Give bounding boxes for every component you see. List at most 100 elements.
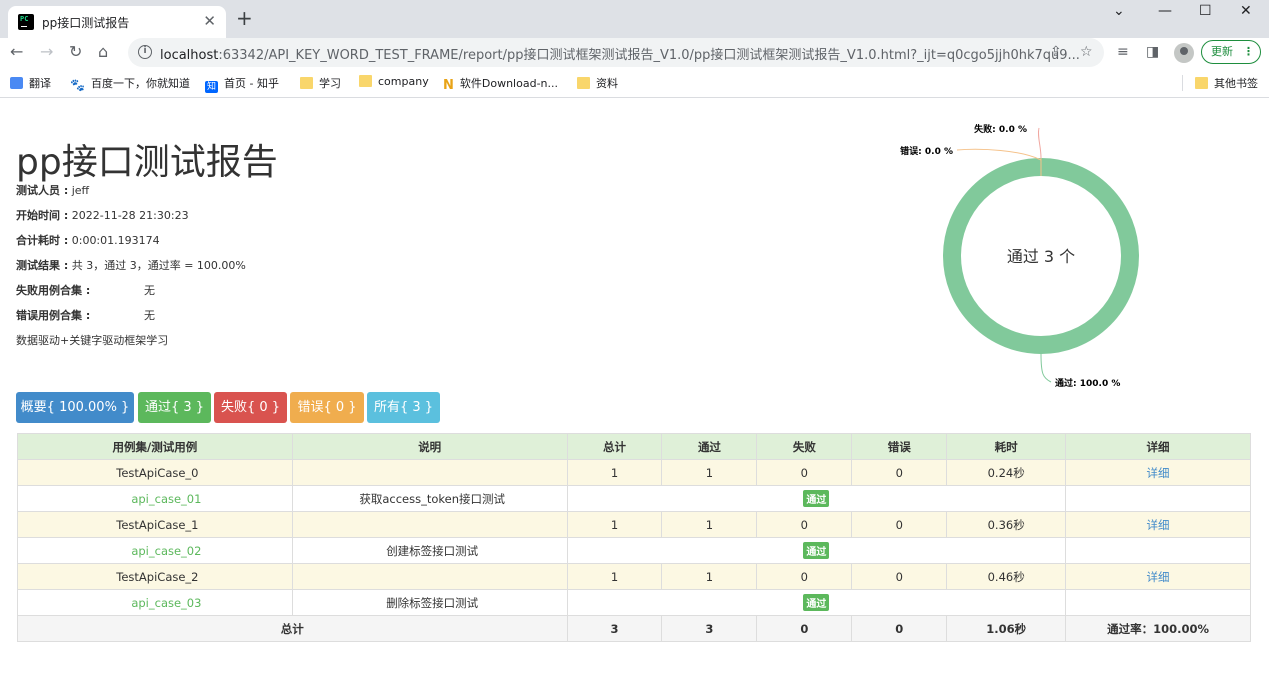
suite-pass: 1 xyxy=(661,563,758,590)
start-time-line: 开始时间 : 2022-11-28 21:30:23 xyxy=(16,209,189,222)
pass-status-badge[interactable]: 通过 xyxy=(803,594,830,611)
reload-icon[interactable]: ↻ xyxy=(69,42,82,62)
detail-link[interactable]: 详细 xyxy=(1065,459,1251,486)
suite-time: 0.36秒 xyxy=(946,511,1067,538)
case-status-cell: 通过 xyxy=(566,485,1067,512)
total-pass-rate: 通过率：100.00% xyxy=(1065,615,1251,642)
address-bar[interactable]: i localhost:63342/API_KEY_WORD_TEST_FRAM… xyxy=(128,38,1104,67)
empty-cell xyxy=(1065,485,1251,512)
home-icon[interactable]: ⌂ xyxy=(98,42,108,62)
col-header-pass: 通过 xyxy=(661,433,758,460)
window-close-icon[interactable]: ✕ xyxy=(1240,3,1252,19)
duration-line: 合计耗时 : 0:00:01.193174 xyxy=(16,234,160,247)
table-row: api_case_02 创建标签接口测试 通过 xyxy=(17,537,1251,564)
error-filter-button[interactable]: 错误{ 0 } xyxy=(290,392,364,423)
total-pass: 3 xyxy=(661,615,758,642)
forward-icon[interactable]: → xyxy=(40,42,53,62)
table-row: TestApiCase_1 1 1 0 0 0.36秒 详细 xyxy=(17,511,1251,538)
bookmark-zhihu[interactable]: 知首页 - 知乎 xyxy=(205,75,279,93)
report-description: 数据驱动+关键字驱动框架学习 xyxy=(16,334,169,347)
total-fail: 0 xyxy=(756,615,853,642)
summary-filter-button[interactable]: 概要{ 100.00% } xyxy=(16,392,134,423)
table-total-row: 总计 3 3 0 0 1.06秒 通过率：100.00% xyxy=(17,615,1251,642)
case-status-cell: 通过 xyxy=(566,537,1067,564)
table-row: api_case_01 获取access_token接口测试 通过 xyxy=(17,485,1251,512)
bookmark-translate[interactable]: 翻译 xyxy=(10,75,51,91)
suite-name: TestApiCase_1 xyxy=(17,511,293,538)
suite-time: 0.24秒 xyxy=(946,459,1067,486)
profile-avatar[interactable] xyxy=(1174,43,1194,63)
results-table: 用例集/测试用例 说明 总计 通过 失败 错误 耗时 详细 TestApiCas… xyxy=(17,433,1251,642)
total-time: 1.06秒 xyxy=(946,615,1067,642)
col-header-error: 错误 xyxy=(851,433,948,460)
back-icon[interactable]: ← xyxy=(10,42,23,62)
case-desc: 创建标签接口测试 xyxy=(291,537,568,564)
total-error: 0 xyxy=(851,615,948,642)
bookmark-folder-resources[interactable]: 资料 xyxy=(577,75,618,91)
col-header-fail: 失败 xyxy=(756,433,853,460)
result-line: 测试结果 : 共 3，通过 3，通过率 = 100.00% xyxy=(16,259,246,272)
tester-line: 测试人员 : jeff xyxy=(16,184,90,197)
pie-slice-label-0: 通过: 100.0 % xyxy=(1055,377,1120,389)
pass-status-badge[interactable]: 通过 xyxy=(803,490,830,507)
reading-list-icon[interactable]: ≡ xyxy=(1117,44,1129,60)
menu-dots-icon: ⋮ xyxy=(1243,45,1254,58)
table-row: TestApiCase_0 1 1 0 0 0.24秒 详细 xyxy=(17,459,1251,486)
suite-fail: 0 xyxy=(756,511,853,538)
tab-strip: PC pp接口测试报告 ✕ + ⌄ — ☐ ✕ xyxy=(0,0,1269,38)
maximize-icon[interactable]: ☐ xyxy=(1199,3,1212,19)
pie-leader-line-0 xyxy=(1040,353,1052,383)
close-icon[interactable]: ✕ xyxy=(203,12,216,30)
pie-leader-line-2 xyxy=(956,148,1042,161)
bookmark-baidu[interactable]: 🐾 百度一下，你就知道 xyxy=(70,75,190,92)
total-label: 总计 xyxy=(17,615,568,642)
col-header-total: 总计 xyxy=(566,433,663,460)
folder-icon xyxy=(577,77,590,89)
browser-tab[interactable]: PC pp接口测试报告 ✕ xyxy=(8,6,226,38)
all-filter-button[interactable]: 所有{ 3 } xyxy=(367,392,440,423)
suite-total: 1 xyxy=(566,511,663,538)
case-name: api_case_02 xyxy=(17,537,293,564)
suite-error: 0 xyxy=(851,563,948,590)
other-bookmarks[interactable]: 其他书签 xyxy=(1182,75,1258,91)
failed-cases-line: 失败用例合集 :无 xyxy=(16,284,155,297)
suite-name: TestApiCase_2 xyxy=(17,563,293,590)
col-header-desc: 说明 xyxy=(291,433,568,460)
minimize-icon[interactable]: — xyxy=(1158,3,1172,19)
pass-status-badge[interactable]: 通过 xyxy=(803,542,830,559)
fail-filter-button[interactable]: 失败{ 0 } xyxy=(214,392,287,423)
result-pie-chart: 通过: 100.0 % 失败: 0.0 % 错误: 0.0 % 通过 3 个 xyxy=(880,112,1210,397)
new-tab-icon[interactable]: + xyxy=(236,8,253,28)
suite-pass: 1 xyxy=(661,459,758,486)
table-header-row: 用例集/测试用例 说明 总计 通过 失败 错误 耗时 详细 xyxy=(17,433,1251,460)
share-icon[interactable]: ⇪ xyxy=(1050,44,1062,60)
suite-desc xyxy=(291,511,568,538)
zhihu-icon: 知 xyxy=(205,81,218,93)
detail-link[interactable]: 详细 xyxy=(1065,563,1251,590)
suite-error: 0 xyxy=(851,511,948,538)
side-panel-icon[interactable]: ◨ xyxy=(1146,44,1159,60)
folder-icon xyxy=(1195,77,1208,89)
bookmark-software-download[interactable]: N 软件Download-n... xyxy=(443,75,558,93)
bookmark-folder-company[interactable]: company xyxy=(359,75,429,88)
pie-slice-label-1: 失败: 0.0 % xyxy=(974,123,1027,135)
detail-link[interactable]: 详细 xyxy=(1065,511,1251,538)
pass-filter-button[interactable]: 通过{ 3 } xyxy=(138,392,211,423)
url-text[interactable]: localhost:63342/API_KEY_WORD_TEST_FRAME/… xyxy=(160,44,1080,63)
pycharm-favicon-icon: PC xyxy=(18,14,34,30)
empty-cell xyxy=(1065,589,1251,616)
tab-title: pp接口测试报告 xyxy=(42,16,130,30)
tab-search-chevron-icon[interactable]: ⌄ xyxy=(1113,3,1125,19)
suite-fail: 0 xyxy=(756,563,853,590)
pie-svg: 通过: 100.0 % 失败: 0.0 % 错误: 0.0 % 通过 3 个 xyxy=(900,123,1139,389)
info-icon[interactable]: i xyxy=(138,45,152,59)
empty-cell xyxy=(1065,537,1251,564)
bookmark-star-icon[interactable]: ☆ xyxy=(1080,44,1093,60)
baidu-paw-icon: 🐾 xyxy=(70,78,85,92)
bookmark-folder-study[interactable]: 学习 xyxy=(300,75,341,91)
update-button[interactable]: 更新 ⋮ xyxy=(1201,40,1261,64)
col-header-time: 耗时 xyxy=(946,433,1067,460)
suite-desc xyxy=(291,459,568,486)
case-name: api_case_03 xyxy=(17,589,293,616)
total-count: 3 xyxy=(566,615,663,642)
